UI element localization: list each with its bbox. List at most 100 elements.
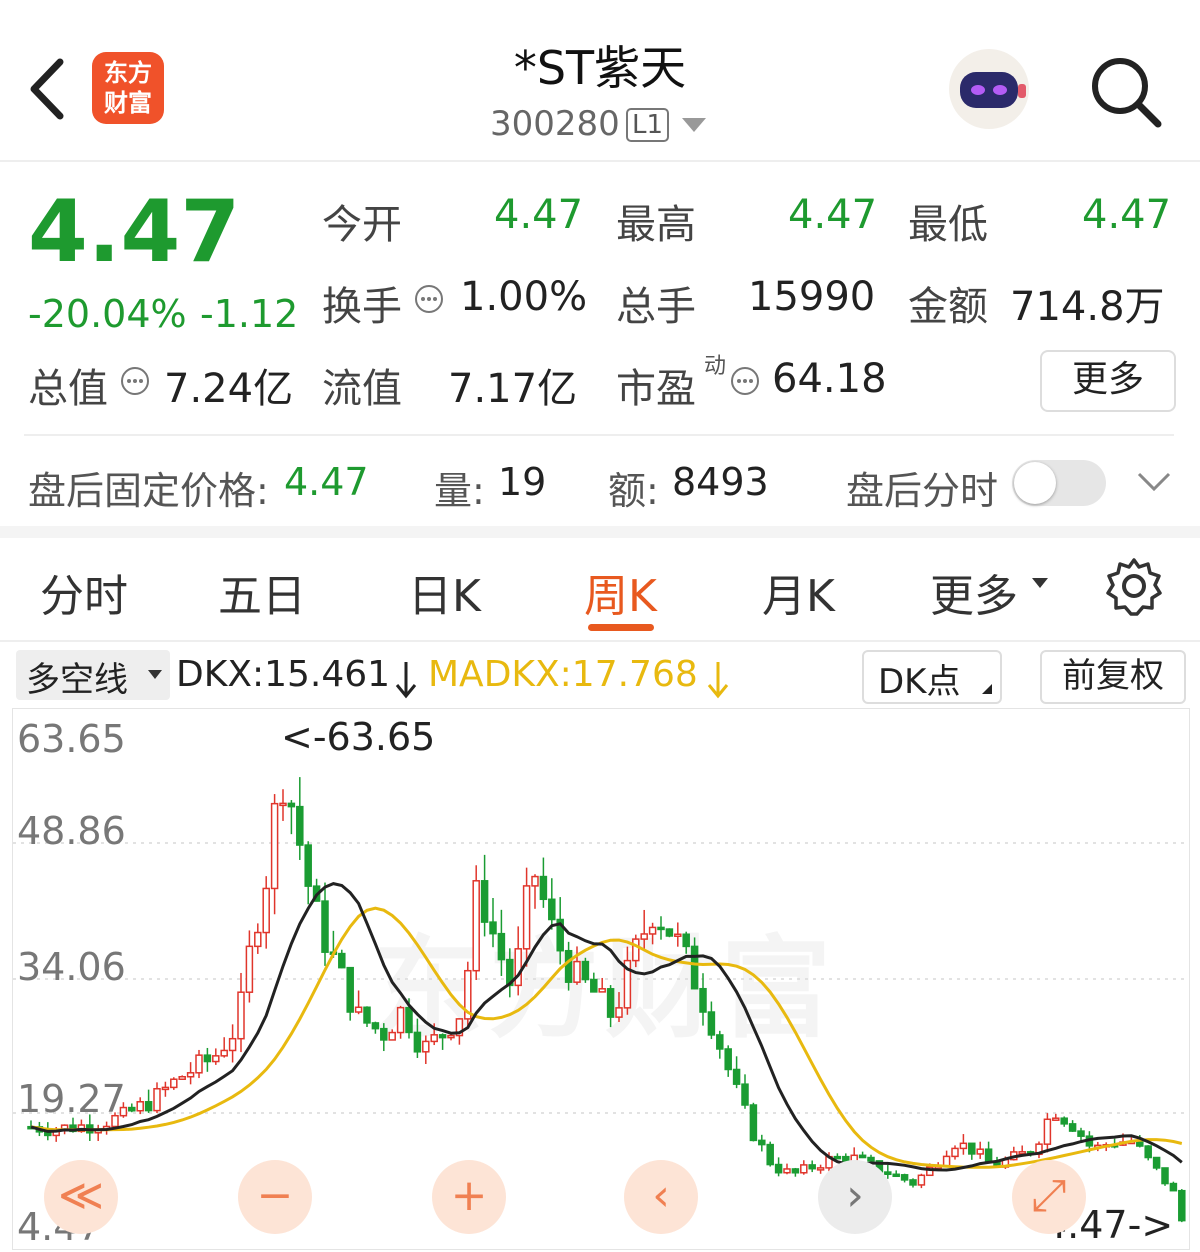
candle: [1178, 1189, 1186, 1222]
float-cap-label: 流值: [322, 366, 402, 412]
amount-value: 714.8万: [1010, 284, 1165, 330]
candle: [1068, 1123, 1077, 1132]
after-hours-vol-value: 19: [498, 460, 547, 504]
candle: [1152, 1156, 1161, 1169]
candle: [758, 1139, 766, 1146]
candle: [296, 805, 304, 846]
candle: [632, 938, 640, 962]
volume-label: 总手: [616, 284, 696, 330]
candle: [203, 1054, 212, 1063]
info-icon[interactable]: [120, 366, 150, 400]
dk-point-button[interactable]: DK点: [862, 650, 1002, 704]
candle: [522, 885, 531, 950]
candle: [808, 1164, 816, 1170]
candle: [405, 1006, 413, 1034]
candle: [262, 887, 270, 934]
candle: [749, 1104, 758, 1142]
candle: [128, 1106, 136, 1112]
high-value: 4.47: [788, 192, 878, 238]
amount-label: 金额: [908, 284, 988, 330]
after-hours-amt-value: 8493: [672, 460, 769, 504]
candle: [867, 1156, 875, 1162]
candle: [497, 932, 506, 961]
dkx-value: DKX:15.461: [176, 654, 391, 695]
adjust-button[interactable]: 前复权: [1040, 650, 1186, 704]
change-amount: -1.12: [200, 292, 299, 336]
candle: [900, 1174, 909, 1181]
candle: [783, 1168, 791, 1174]
market-cap-value: 7.24亿: [164, 366, 294, 412]
candle: [220, 1049, 228, 1057]
candle: [1136, 1140, 1144, 1147]
y-tick-1: 63.65: [17, 717, 126, 761]
float-cap-value: 7.17亿: [448, 366, 578, 412]
open-label: 今开: [322, 202, 402, 248]
kline-chart[interactable]: 东方财富 63.65 48.86 34.06 19.27 4.47 <-63.6…: [12, 708, 1190, 1250]
stock-code: 300280: [490, 104, 620, 144]
arrow-down-icon: [706, 660, 730, 704]
active-tab-underline: [588, 624, 654, 631]
low-value: 4.47: [1082, 192, 1172, 238]
candle: [279, 802, 287, 807]
candle: [371, 1022, 380, 1030]
pe-superscript: 动: [704, 354, 727, 379]
tab-more-dropdown-icon[interactable]: [1032, 578, 1048, 588]
candle: [338, 952, 346, 969]
open-value: 4.47: [494, 192, 584, 238]
candle: [136, 1101, 144, 1112]
chevron-down-icon[interactable]: [1136, 470, 1172, 498]
candle: [858, 1154, 867, 1159]
volume-value: 15990: [748, 274, 876, 320]
candle: [346, 966, 354, 1013]
low-label: 最低: [908, 202, 988, 248]
candle: [716, 1034, 724, 1050]
candle: [581, 960, 590, 981]
robot-assistant-icon[interactable]: [944, 44, 1034, 138]
search-icon[interactable]: [1086, 52, 1166, 136]
tab-intraday[interactable]: 分时: [40, 560, 128, 624]
after-hours-vol-label: 量:: [434, 469, 485, 513]
candle: [682, 933, 690, 948]
candle: [388, 1031, 396, 1041]
candle: [472, 880, 480, 972]
fullscreen-button[interactable]: ⤢: [1012, 1160, 1086, 1234]
zoom-out-button[interactable]: −: [238, 1160, 312, 1234]
more-button[interactable]: 更多: [1040, 350, 1176, 412]
info-icon[interactable]: [414, 284, 444, 318]
tab-daily-k[interactable]: 日K: [408, 560, 481, 624]
indicator-selector[interactable]: 多空线: [16, 650, 170, 700]
candle: [590, 978, 598, 993]
candle: [724, 1048, 732, 1071]
candle: [766, 1143, 774, 1166]
candle: [480, 880, 489, 923]
tab-weekly-k[interactable]: 周K: [584, 560, 657, 624]
info-icon[interactable]: [730, 366, 760, 400]
candle: [438, 1034, 447, 1039]
candle: [732, 1068, 741, 1085]
zoom-in-button[interactable]: +: [432, 1160, 506, 1234]
candle: [959, 1142, 968, 1150]
candle: [707, 1011, 716, 1036]
scroll-right-button[interactable]: ›: [818, 1160, 892, 1234]
candle: [413, 1031, 422, 1053]
candle: [170, 1078, 178, 1089]
dropdown-icon[interactable]: [682, 118, 706, 132]
after-hours-toggle[interactable]: [1012, 460, 1106, 506]
market-cap-label: 总值: [28, 366, 108, 412]
candle: [648, 926, 657, 935]
tab-monthly-k[interactable]: 月K: [762, 560, 835, 624]
y-tick-4: 19.27: [17, 1077, 126, 1121]
pe-label: 市盈: [616, 366, 696, 412]
after-hours-chart-label: 盘后分时: [846, 469, 999, 513]
candle: [396, 1006, 405, 1034]
scroll-left-fast-button[interactable]: ≪: [44, 1160, 118, 1234]
candle: [657, 926, 665, 931]
candle: [976, 1148, 984, 1155]
candle: [531, 875, 539, 887]
gear-icon[interactable]: [1104, 556, 1164, 620]
candle: [245, 945, 254, 993]
tab-more[interactable]: 更多: [930, 560, 1018, 624]
candle: [774, 1163, 783, 1174]
tab-five-day[interactable]: 五日: [218, 560, 306, 624]
scroll-left-button[interactable]: ‹: [624, 1160, 698, 1234]
